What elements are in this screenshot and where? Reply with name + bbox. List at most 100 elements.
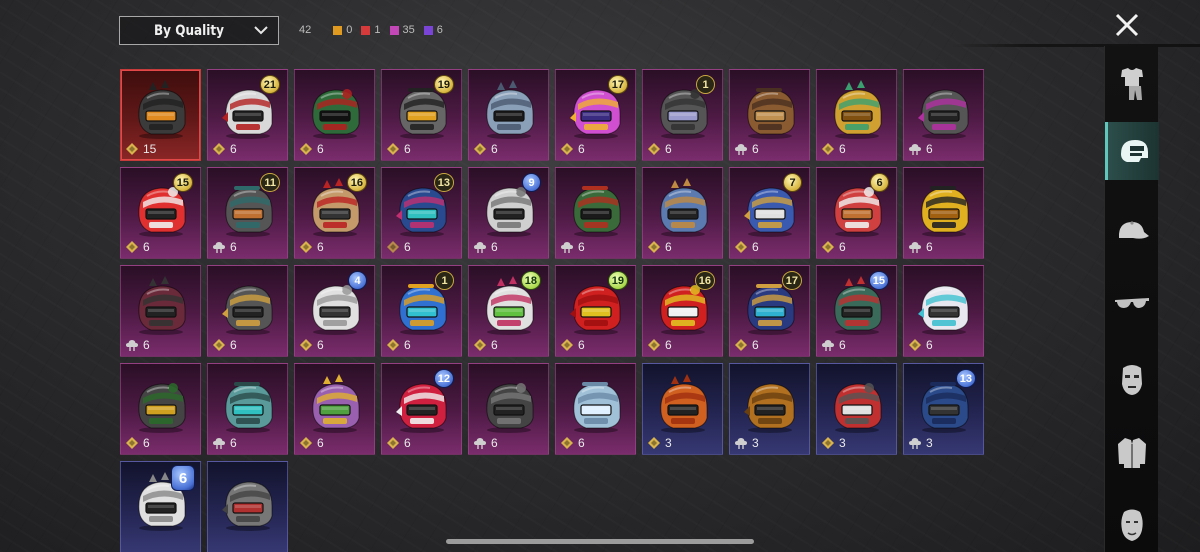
helmet-item-tile[interactable]: 15 6 <box>816 265 897 357</box>
helmet-item-tile[interactable]: 7 6 <box>729 167 810 259</box>
gold-coin-icon <box>648 143 660 155</box>
helmet-item-tile[interactable] <box>207 461 288 552</box>
category-helmet[interactable] <box>1105 122 1159 180</box>
item-quantity: 6 <box>926 240 933 254</box>
total-count: 42 <box>299 24 312 36</box>
helmet-item-tile[interactable]: 6 <box>903 265 984 357</box>
helmet-image <box>486 383 534 433</box>
helmet-image <box>918 89 969 139</box>
quantity-row: 6 <box>125 436 150 450</box>
helmet-item-tile[interactable]: 12 6 <box>381 363 462 455</box>
sort-dropdown-label: By Quality <box>154 22 225 39</box>
category-jacket[interactable] <box>1105 424 1159 482</box>
helmet-item-tile[interactable]: 6 <box>816 69 897 161</box>
quantity-row: 6 <box>647 240 672 254</box>
item-quantity: 6 <box>317 338 324 352</box>
helmet-item-tile[interactable]: 13 6 <box>381 167 462 259</box>
helmet-item-tile[interactable]: 6 <box>207 363 288 455</box>
helmet-item-tile[interactable]: 16 6 <box>642 265 723 357</box>
quantity-row: 6 <box>560 240 585 254</box>
helmet-item-tile[interactable]: 9 6 <box>468 167 549 259</box>
helmet-image <box>573 382 621 433</box>
level-badge: 11 <box>260 173 280 192</box>
helmet-item-tile[interactable]: 21 6 <box>207 69 288 161</box>
helmet-item-tile[interactable]: 6 6 <box>816 167 897 259</box>
quantity-row: 6 <box>908 338 933 352</box>
helmet-item-tile[interactable]: 6 <box>207 265 288 357</box>
level-badge: 9 <box>522 173 541 192</box>
helmet-item-tile[interactable]: 13 3 <box>903 363 984 455</box>
bronze-coin-icon <box>387 241 399 253</box>
close-icon[interactable] <box>1112 10 1142 40</box>
quantity-row: 6 <box>734 142 759 156</box>
item-quantity: 6 <box>317 436 324 450</box>
gold-coin-icon <box>300 437 312 449</box>
quantity-row: 3 <box>734 436 759 450</box>
item-quantity: 6 <box>491 142 498 156</box>
helmet-item-tile[interactable]: 6 <box>294 363 375 455</box>
helmet-item-tile[interactable]: 4 6 <box>294 265 375 357</box>
gold-coin-icon <box>126 241 138 253</box>
helmet-item-tile[interactable]: 3 <box>816 363 897 455</box>
helmet-item-tile[interactable]: 6 <box>642 167 723 259</box>
silver-cloud-icon <box>474 438 486 449</box>
gold-coin-icon <box>648 339 660 351</box>
quantity-row: 6 <box>299 142 324 156</box>
helmet-item-tile[interactable]: 1 6 <box>381 265 462 357</box>
quantity-row: 6 <box>299 436 324 450</box>
helmet-item-tile[interactable]: 18 6 <box>468 265 549 357</box>
quality-count-pink: 35 <box>389 24 415 36</box>
helmet-item-tile[interactable]: 19 6 <box>555 265 636 357</box>
category-cap[interactable] <box>1105 202 1159 260</box>
helmet-item-tile[interactable]: 6 <box>468 363 549 455</box>
category-glasses[interactable] <box>1105 274 1159 332</box>
item-quantity: 6 <box>404 240 411 254</box>
quality-count-orange: 0 <box>333 24 352 36</box>
helmet-item-tile[interactable]: 3 <box>642 363 723 455</box>
helmet-item-tile[interactable]: 6 <box>294 69 375 161</box>
quantity-row: 6 <box>212 142 237 156</box>
item-quantity: 6 <box>230 142 237 156</box>
mask-icon <box>1122 365 1142 395</box>
helmet-item-tile[interactable]: 11 6 <box>207 167 288 259</box>
helmet-item-tile[interactable]: 6 <box>903 69 984 161</box>
quantity-row: 6 <box>821 240 846 254</box>
quality-counts: 42 0 1 35 6 <box>299 23 452 37</box>
helmet-item-tile[interactable]: 6 <box>903 167 984 259</box>
helmet-image <box>222 481 273 531</box>
helmet-item-tile[interactable]: 6 <box>468 69 549 161</box>
category-face[interactable] <box>1105 496 1159 552</box>
category-sidebar <box>1104 46 1159 552</box>
gold-coin-icon <box>387 143 399 155</box>
item-quantity: 6 <box>578 142 585 156</box>
helmet-item-tile[interactable]: 15 6 <box>120 167 201 259</box>
helmet-item-tile[interactable]: 3 <box>729 363 810 455</box>
helmet-item-tile[interactable]: 6 <box>120 265 201 357</box>
quantity-row: 6 <box>473 338 498 352</box>
helmet-item-tile[interactable]: 6 <box>120 461 201 552</box>
sort-dropdown[interactable]: By Quality <box>119 16 279 45</box>
helmet-item-tile[interactable]: 15 <box>120 69 201 161</box>
item-quantity: 6 <box>665 240 672 254</box>
item-quantity: 6 <box>143 240 150 254</box>
helmet-item-tile[interactable]: 17 6 <box>729 265 810 357</box>
home-indicator[interactable] <box>446 539 754 544</box>
helmet-item-tile[interactable]: 1 6 <box>642 69 723 161</box>
face-icon <box>1121 509 1143 541</box>
gold-coin-icon <box>474 143 486 155</box>
category-outfit[interactable] <box>1105 54 1159 112</box>
helmet-item-tile[interactable]: 17 6 <box>555 69 636 161</box>
level-badge: 21 <box>259 75 280 94</box>
helmet-item-tile[interactable]: 16 6 <box>294 167 375 259</box>
level-badge: 6 <box>171 465 195 491</box>
category-mask[interactable] <box>1105 350 1159 408</box>
helmet-item-tile[interactable]: 6 <box>120 363 201 455</box>
jacket-icon <box>1118 438 1146 468</box>
helmet-item-tile[interactable]: 19 6 <box>381 69 462 161</box>
quantity-row: 15 <box>125 142 156 156</box>
helmet-item-tile[interactable]: 6 <box>729 69 810 161</box>
helmet-item-tile[interactable]: 6 <box>555 363 636 455</box>
helmet-item-tile[interactable]: 6 <box>555 167 636 259</box>
quantity-row: 6 <box>473 436 498 450</box>
item-quantity: 3 <box>926 436 933 450</box>
